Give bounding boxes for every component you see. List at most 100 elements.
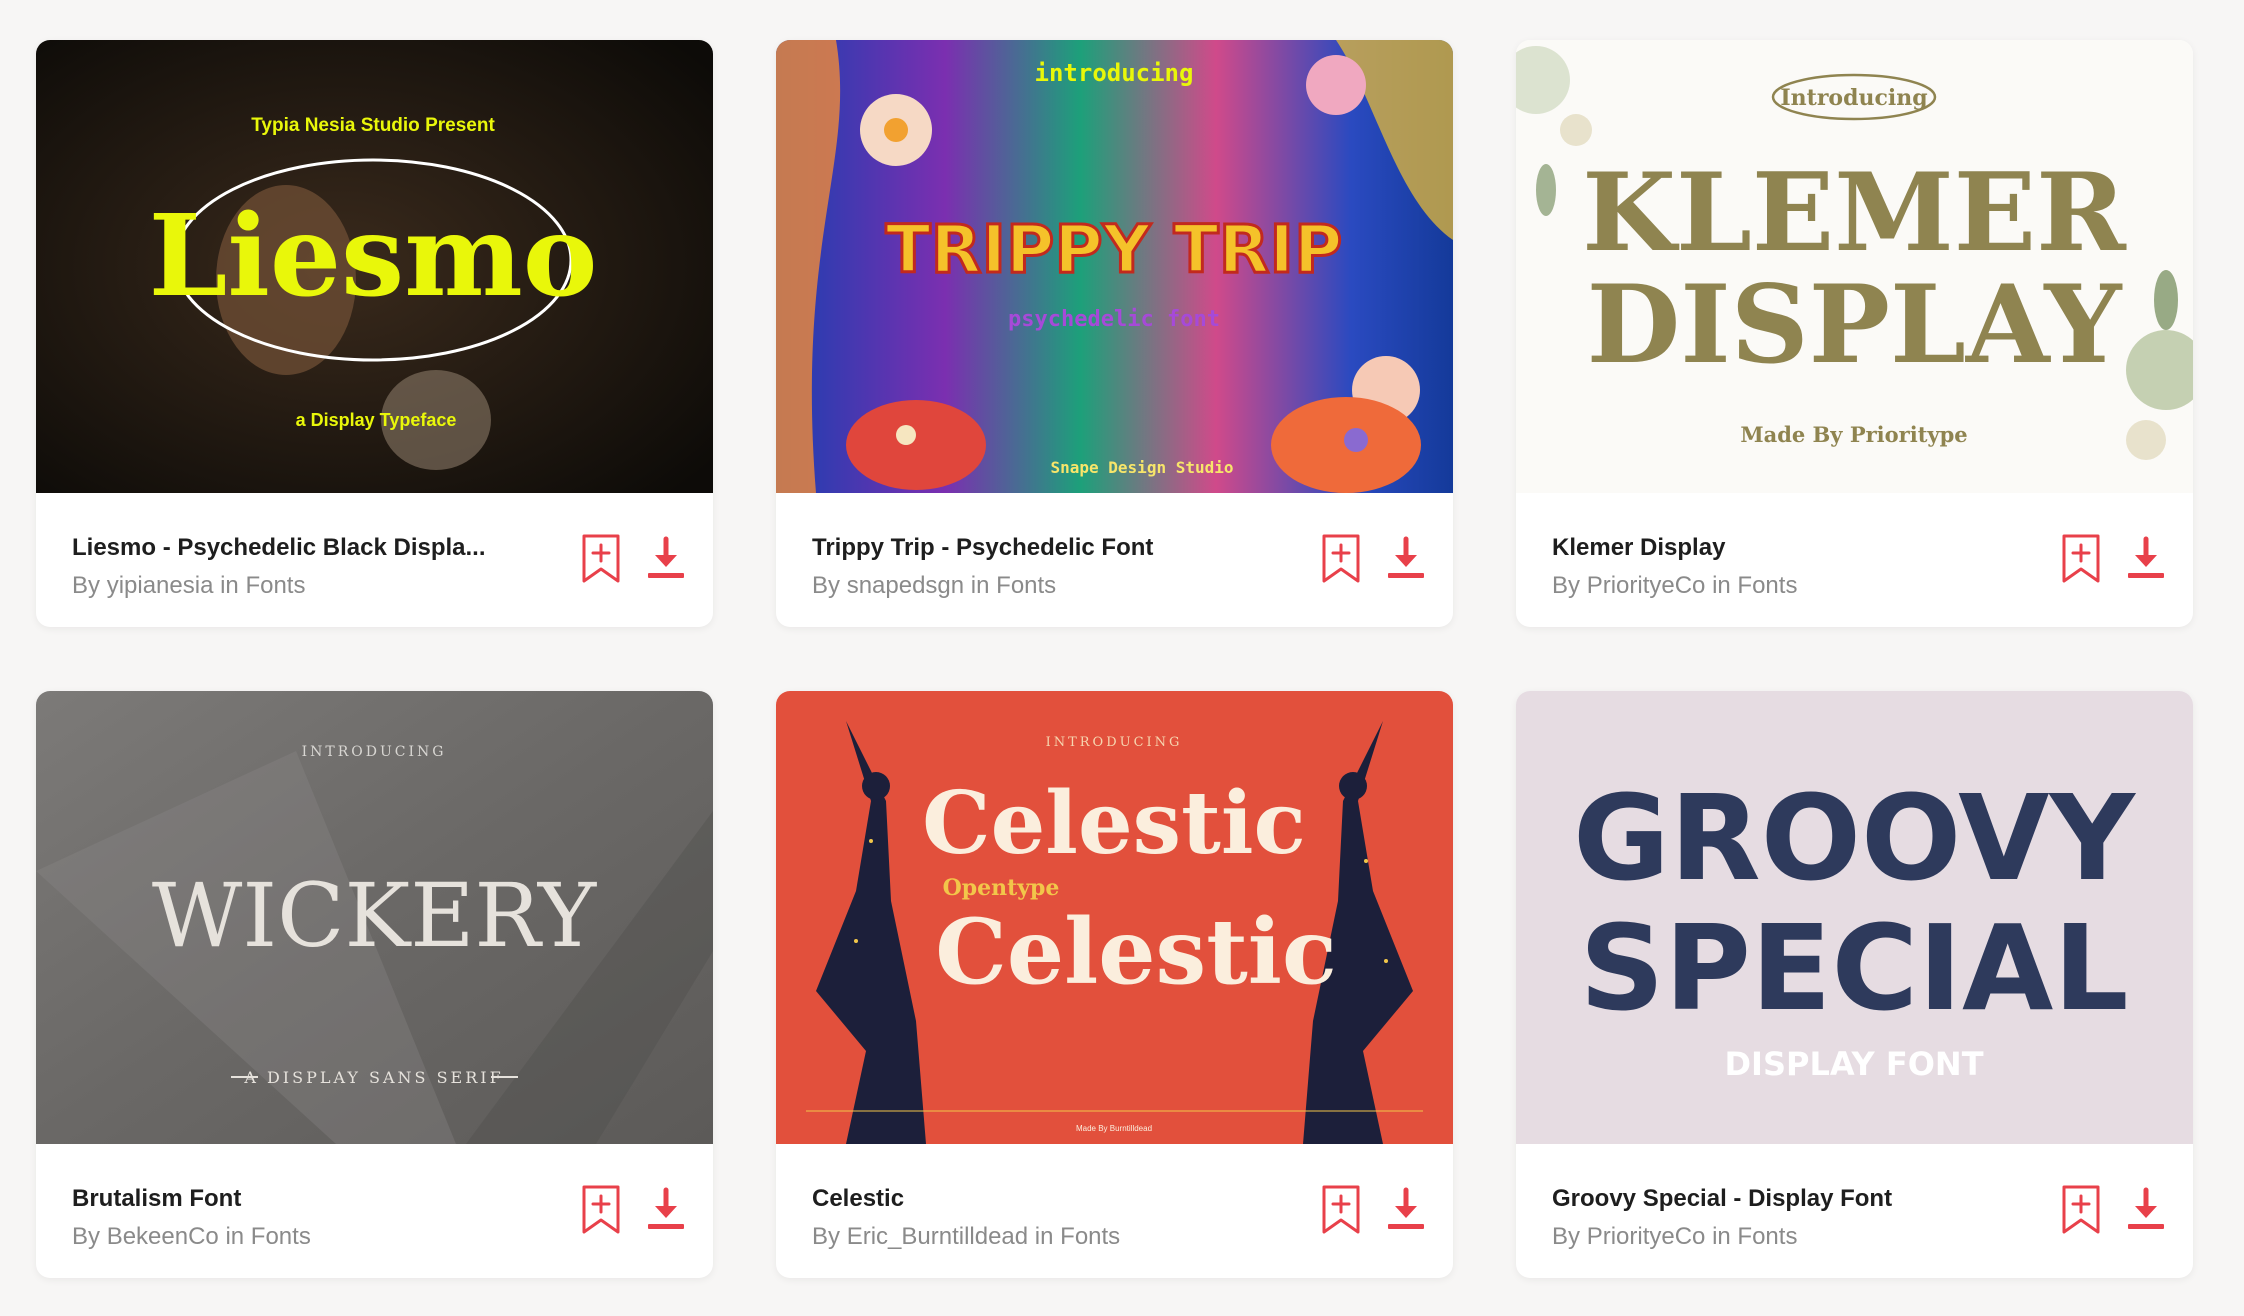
preview-font-name-line1: GROOVY <box>1573 769 2136 907</box>
font-card: Typia Nesia Studio Present Liesmo a Disp… <box>36 40 713 627</box>
bookmark-plus-icon <box>2062 1185 2100 1234</box>
in-word: in <box>1712 572 1731 599</box>
bookmark-plus-icon <box>582 1185 620 1234</box>
category-link[interactable]: Fonts <box>251 1223 311 1250</box>
author-link[interactable]: BekeenCo <box>107 1223 219 1250</box>
font-card: introducing TRIPPY TRIP psychedelic font… <box>776 40 1453 627</box>
preview-subtitle: A DISPLAY SANS SERIF <box>243 1068 503 1087</box>
font-preview-image[interactable]: Typia Nesia Studio Present Liesmo a Disp… <box>36 40 713 493</box>
preview-font-name: WICKERY <box>152 864 597 967</box>
in-word: in <box>220 572 239 599</box>
card-meta: Brutalism Font By BekeenCo in Fonts <box>36 1144 713 1278</box>
download-icon <box>648 536 684 578</box>
preview-subtitle: DISPLAY FONT <box>1724 1045 1983 1083</box>
bookmark-add-button[interactable] <box>2058 533 2104 585</box>
download-button[interactable] <box>643 1184 689 1236</box>
download-icon <box>2128 536 2164 578</box>
category-link[interactable]: Fonts <box>1737 572 1797 599</box>
preview-subtitle: Opentype <box>943 875 1060 901</box>
in-word: in <box>225 1223 245 1250</box>
preview-font-name: Liesmo <box>149 191 598 322</box>
preview-kicker: INTRODUCING <box>302 744 447 760</box>
download-button[interactable] <box>1383 1184 1429 1236</box>
download-button[interactable] <box>1383 533 1429 585</box>
download-icon <box>1388 536 1424 578</box>
bookmark-add-button[interactable] <box>578 533 624 585</box>
download-icon <box>1388 1187 1424 1229</box>
bookmark-add-button[interactable] <box>2058 1184 2104 1236</box>
category-link[interactable]: Fonts <box>996 572 1056 599</box>
download-icon <box>648 1187 684 1229</box>
bookmark-plus-icon <box>1322 534 1360 583</box>
by-prefix: By <box>812 572 841 599</box>
by-prefix: By <box>72 572 101 599</box>
font-preview-image[interactable]: INTRODUCING WICKERY A DISPLAY SANS SERIF <box>36 691 713 1144</box>
bookmark-plus-icon <box>582 534 620 583</box>
preview-kicker: Introducing <box>1780 85 1927 111</box>
card-byline: By yipianesia in Fonts <box>72 572 305 600</box>
preview-kicker: INTRODUCING <box>1046 735 1183 750</box>
category-link[interactable]: Fonts <box>245 572 305 599</box>
by-prefix: By <box>72 1223 101 1250</box>
card-byline: By snapedsgn in Fonts <box>812 572 1056 600</box>
font-card: Introducing KLEMER DISPLAY Made By Prior… <box>1516 40 2193 627</box>
preview-font-name-2: Celestic <box>935 899 1337 1005</box>
preview-subtitle: a Display Typeface <box>296 410 457 430</box>
font-card: INTRODUCING WICKERY A DISPLAY SANS SERIF… <box>36 691 713 1278</box>
preview-footer: Made By Prioritype <box>1740 422 1967 447</box>
font-preview-image[interactable]: INTRODUCING Celestic Opentype Celestic M… <box>776 691 1453 1144</box>
font-card: GROOVY SPECIAL DISPLAY FONT Groovy Speci… <box>1516 691 2193 1278</box>
bookmark-add-button[interactable] <box>578 1184 624 1236</box>
author-link[interactable]: snapedsgn <box>847 572 964 599</box>
card-byline: By BekeenCo in Fonts <box>72 1223 311 1251</box>
author-link[interactable]: PriorityeCo <box>1587 572 1706 599</box>
card-byline: By Eric_Burntilldead in Fonts <box>812 1223 1120 1251</box>
preview-font-name-line1: KLEMER <box>1582 150 2127 276</box>
in-word: in <box>1712 1223 1731 1250</box>
bookmark-add-button[interactable] <box>1318 1184 1364 1236</box>
preview-kicker: Typia Nesia Studio Present <box>251 115 495 136</box>
card-title[interactable]: Klemer Display <box>1552 534 1992 562</box>
by-prefix: By <box>812 1223 841 1250</box>
bookmark-plus-icon <box>1322 1185 1360 1234</box>
card-meta: Liesmo - Psychedelic Black Displa... By … <box>36 493 713 627</box>
card-title[interactable]: Liesmo - Psychedelic Black Displa... <box>72 534 512 562</box>
card-title[interactable]: Groovy Special - Display Font <box>1552 1185 1992 1213</box>
category-link[interactable]: Fonts <box>1060 1223 1120 1250</box>
by-prefix: By <box>1552 572 1581 599</box>
preview-kicker: introducing <box>1035 59 1194 87</box>
author-link[interactable]: yipianesia <box>107 572 214 599</box>
card-title[interactable]: Brutalism Font <box>72 1185 512 1213</box>
in-word: in <box>970 572 990 599</box>
preview-font-name: TRIPPY TRIP <box>886 211 1343 288</box>
download-button[interactable] <box>643 533 689 585</box>
author-link[interactable]: Eric_Burntilldead <box>847 1223 1028 1250</box>
card-byline: By PriorityeCo in Fonts <box>1552 572 1797 600</box>
category-link[interactable]: Fonts <box>1737 1223 1797 1250</box>
download-icon <box>2128 1187 2164 1229</box>
card-byline: By PriorityeCo in Fonts <box>1552 1223 1797 1251</box>
card-meta: Groovy Special - Display Font By Priorit… <box>1516 1144 2193 1278</box>
download-button[interactable] <box>2123 533 2169 585</box>
font-preview-image[interactable]: GROOVY SPECIAL DISPLAY FONT <box>1516 691 2193 1144</box>
font-preview-image[interactable]: introducing TRIPPY TRIP psychedelic font… <box>776 40 1453 493</box>
in-word: in <box>1034 1223 1054 1250</box>
preview-footer: Snape Design Studio <box>1050 458 1233 477</box>
card-meta: Trippy Trip - Psychedelic Font By snaped… <box>776 493 1453 627</box>
card-title[interactable]: Celestic <box>812 1185 1252 1213</box>
bookmark-plus-icon <box>2062 534 2100 583</box>
bookmark-add-button[interactable] <box>1318 533 1364 585</box>
preview-font-name-line2: DISPLAY <box>1587 262 2124 388</box>
by-prefix: By <box>1552 1223 1581 1250</box>
card-title[interactable]: Trippy Trip - Psychedelic Font <box>812 534 1252 562</box>
font-card: INTRODUCING Celestic Opentype Celestic M… <box>776 691 1453 1278</box>
font-preview-image[interactable]: Introducing KLEMER DISPLAY Made By Prior… <box>1516 40 2193 493</box>
preview-subtitle: psychedelic font <box>1008 307 1220 332</box>
card-meta: Klemer Display By PriorityeCo in Fonts <box>1516 493 2193 627</box>
card-meta: Celestic By Eric_Burntilldead in Fonts <box>776 1144 1453 1278</box>
preview-font-name-line2: SPECIAL <box>1579 899 2128 1037</box>
author-link[interactable]: PriorityeCo <box>1587 1223 1706 1250</box>
preview-font-name: Celestic <box>922 773 1306 874</box>
font-card-grid: Typia Nesia Studio Present Liesmo a Disp… <box>36 40 2193 1278</box>
download-button[interactable] <box>2123 1184 2169 1236</box>
